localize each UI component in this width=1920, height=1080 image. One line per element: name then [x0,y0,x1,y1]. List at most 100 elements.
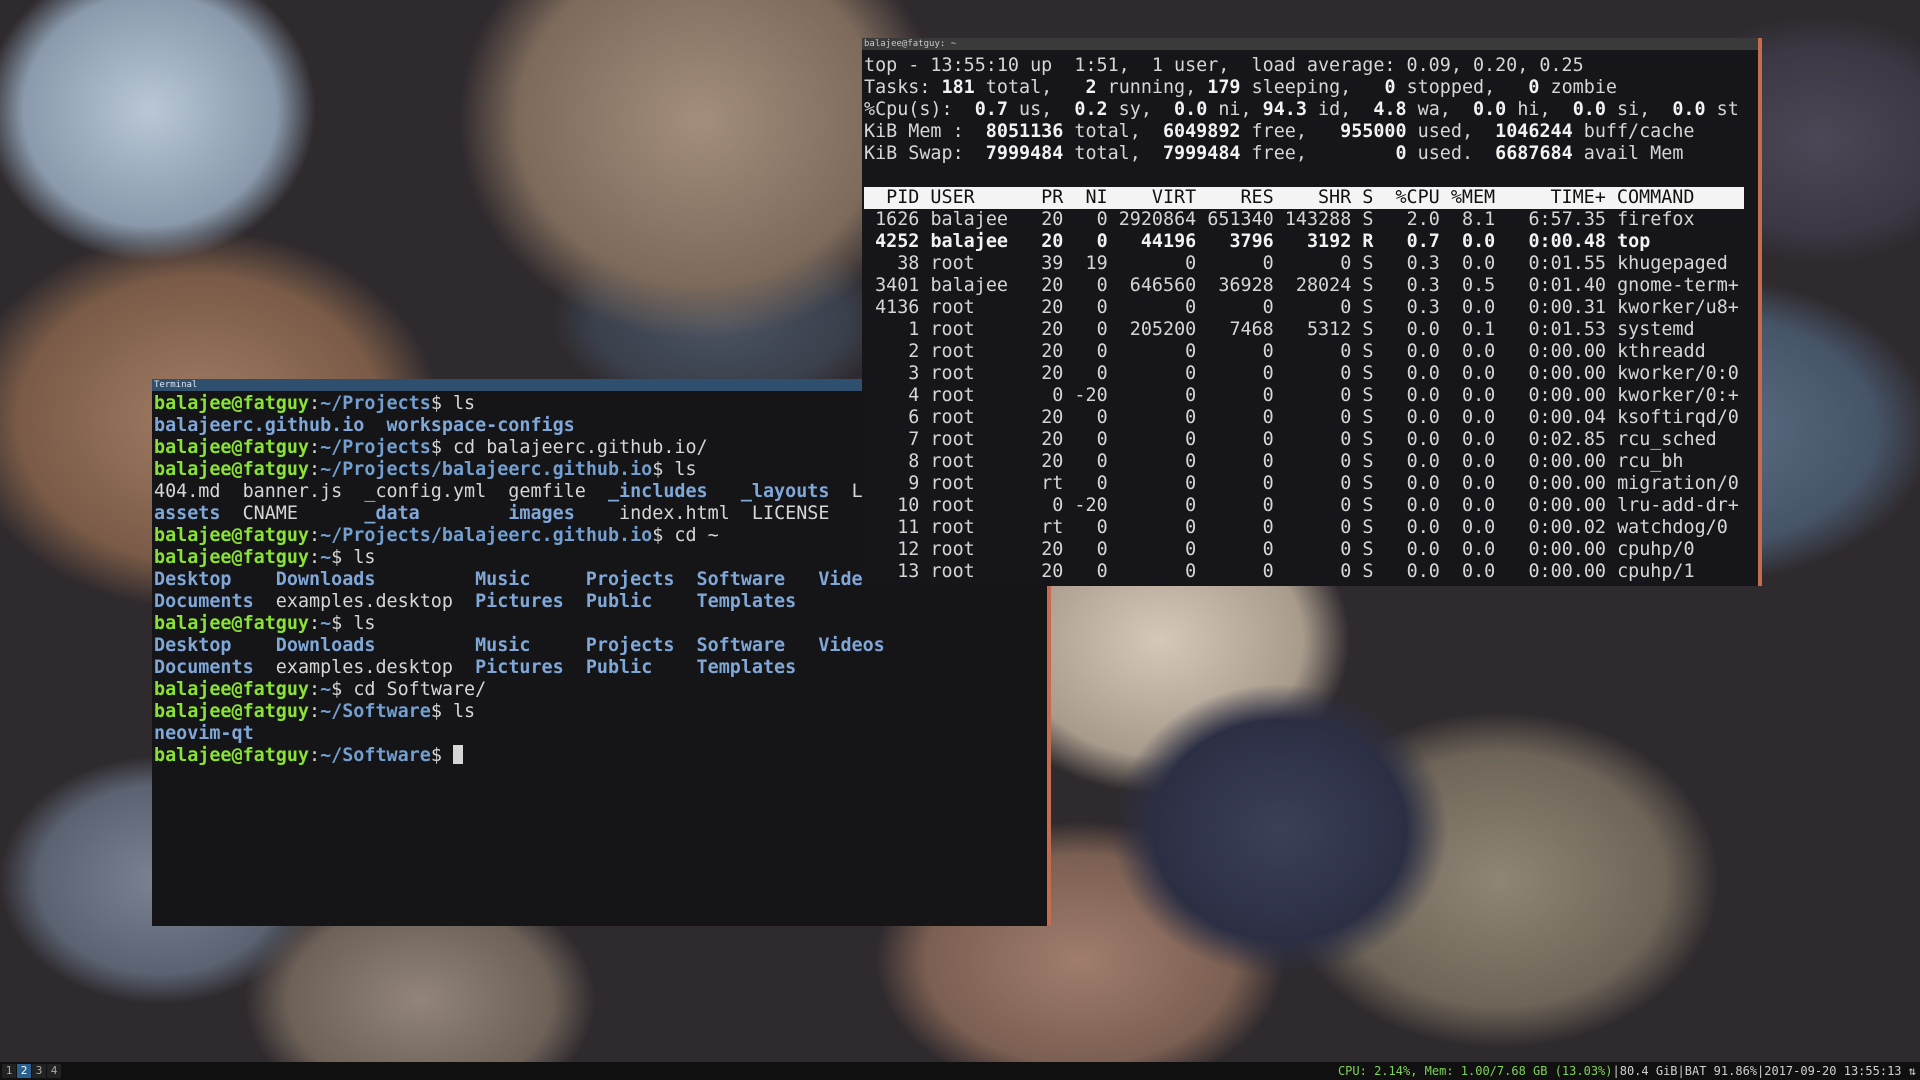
process-res: 0 [1207,297,1274,318]
process-shr: 0 [1284,561,1352,582]
process-shr: 0 [1284,495,1352,516]
terminal-line: Documents examples.desktop Pictures Publ… [154,591,1047,613]
process-pid: 9 [864,473,920,494]
terminal-line: Desktop Downloads Music Projects Softwar… [154,635,1047,657]
process-shr: 0 [1284,539,1352,560]
process-cpu: 0.0 [1384,473,1440,494]
process-user: root [930,363,1031,384]
output-text: $ cd ~ [652,525,719,546]
process-pr: 20 [1041,561,1064,582]
process-s: S [1362,451,1374,472]
output-text: $ [430,745,453,766]
process-pr: rt [1041,473,1064,494]
workspace-3[interactable]: 3 [32,1064,46,1078]
process-s: S [1362,319,1374,340]
output-text: examples.desktop [253,657,476,678]
process-pr: 20 [1041,407,1064,428]
process-shr: 0 [1284,429,1352,450]
dir-listing: neovim-qt [154,723,254,744]
process-mem: 0.0 [1450,407,1496,428]
process-row: 7 root 20 0 0 0 0 S 0.0 0.0 0:02.85 rcu_… [864,429,1758,451]
process-user: root [930,451,1031,472]
terminal-line: balajee@fatguy:~/Software$ [154,745,1047,767]
process-time: 0:00.00 [1506,451,1606,472]
output-text: avail Mem [1572,143,1684,164]
process-cmd: cpuhp/0 [1617,539,1695,560]
terminal-line: balajee@fatguy:~/Software$ ls [154,701,1047,723]
workspace-4[interactable]: 4 [47,1064,61,1078]
process-row: 10 root 0 -20 0 0 0 S 0.0 0.0 0:00.00 lr… [864,495,1758,517]
process-res: 0 [1207,253,1274,274]
output-text: 0 [1384,77,1396,98]
process-pid: 3 [864,363,920,384]
process-ni: 0 [1074,473,1108,494]
output-text: : [309,393,321,414]
process-res: 0 [1207,363,1274,384]
top-titlebar[interactable]: balajee@fatguy: ~ [862,38,1758,50]
process-mem: 0.5 [1450,275,1496,296]
dir-listing: Desktop Downloads Music Projects Softwar… [154,635,885,656]
process-user: root [930,253,1031,274]
process-time: 0:02.85 [1506,429,1606,450]
process-virt: 0 [1118,451,1197,472]
process-shr: 0 [1284,517,1352,538]
dir-listing: Documents [154,591,254,612]
process-row: 6 root 20 0 0 0 0 S 0.0 0.0 0:00.04 ksof… [864,407,1758,429]
process-virt: 0 [1118,473,1197,494]
process-cmd: kworker/0:+ [1617,385,1739,406]
top-blank-line [864,165,1758,187]
process-cpu: 0.0 [1384,539,1440,560]
output-text: 955000 [1340,121,1407,142]
output-text: used, [1406,121,1496,142]
workspace-2[interactable]: 2 [17,1064,31,1078]
process-pid: 10 [864,495,920,516]
output-text: zombie [1539,77,1617,98]
process-s: S [1362,517,1374,538]
process-virt: 205200 [1118,319,1197,340]
output-text: 7999484 [985,143,1064,164]
output-text: $ ls [430,393,476,414]
process-virt: 0 [1118,561,1197,582]
output-text: 94.3 [1262,99,1307,120]
output-text: 0.2 [1074,99,1108,120]
process-mem: 0.0 [1450,231,1496,252]
process-user: root [930,495,1031,516]
text-cursor[interactable] [452,745,463,764]
process-ni: 0 [1074,319,1108,340]
process-ni: 0 [1074,539,1108,560]
process-s: S [1362,253,1374,274]
output-text: 6687684 [1495,143,1573,164]
top-output[interactable]: top - 13:55:10 up 1:51, 1 user, load ave… [862,50,1758,586]
process-pid: 38 [864,253,920,274]
process-pid: 13 [864,561,920,582]
process-cpu: 0.0 [1384,451,1440,472]
terminal-line: Documents examples.desktop Pictures Publ… [154,657,1047,679]
process-cmd: cpuhp/1 [1617,561,1695,582]
output-text: 0.0 [1174,99,1208,120]
process-user: root [930,517,1031,538]
process-ni: -20 [1074,385,1108,406]
process-time: 0:00.00 [1506,495,1606,516]
process-pr: 20 [1041,429,1064,450]
prompt-user: balajee@fatguy [154,613,310,634]
prompt-user: balajee@fatguy [154,701,310,722]
process-ni: 0 [1074,231,1108,252]
process-s: S [1362,429,1374,450]
dir-listing: _includes [607,481,708,502]
output-text: 0.0 [1473,99,1507,120]
output-text: stopped, [1395,77,1529,98]
process-res: 0 [1207,539,1274,560]
process-res: 0 [1207,341,1274,362]
process-cmd: firefox [1617,209,1695,230]
process-s: S [1362,561,1374,582]
workspace-1[interactable]: 1 [2,1064,16,1078]
process-cpu: 0.0 [1384,341,1440,362]
process-cpu: 0.0 [1384,517,1440,538]
process-mem: 0.0 [1450,385,1496,406]
process-virt: 44196 [1118,231,1197,252]
process-cmd: watchdog/0 [1617,517,1728,538]
top-window[interactable]: balajee@fatguy: ~ top - 13:55:10 up 1:51… [862,38,1762,586]
process-virt: 646560 [1118,275,1197,296]
network-arrows-icon[interactable]: ⇅ [1909,1064,1916,1078]
process-mem: 0.1 [1450,319,1496,340]
